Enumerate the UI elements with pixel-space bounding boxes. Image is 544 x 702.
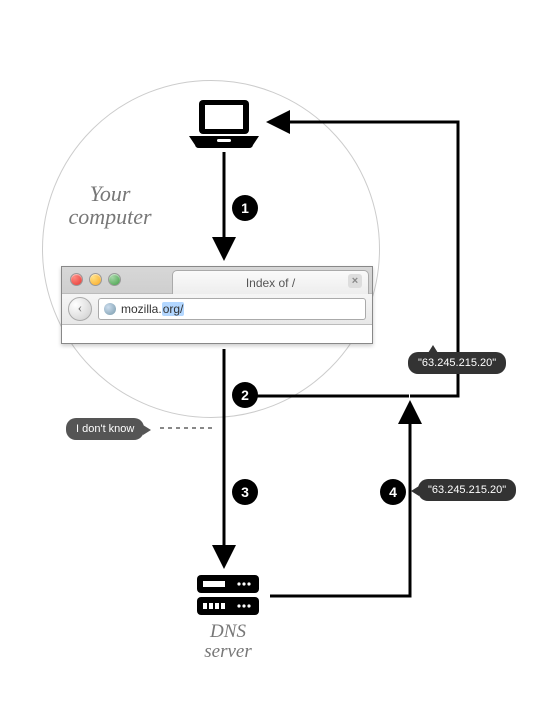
step-3: 3 [232, 479, 258, 505]
step-2: 2 [232, 382, 258, 408]
step-1: 1 [232, 195, 258, 221]
bubble-ip-bottom: "63.245.215.20" [418, 479, 516, 501]
bubble-ip-top: "63.245.215.20" [408, 352, 506, 374]
step-4: 4 [380, 479, 406, 505]
dns-lookup-diagram: Your computer Index of / × ‹ mozilla.org [0, 0, 544, 702]
bubble-dont-know: I don't know [66, 418, 144, 440]
arrows [0, 0, 544, 702]
